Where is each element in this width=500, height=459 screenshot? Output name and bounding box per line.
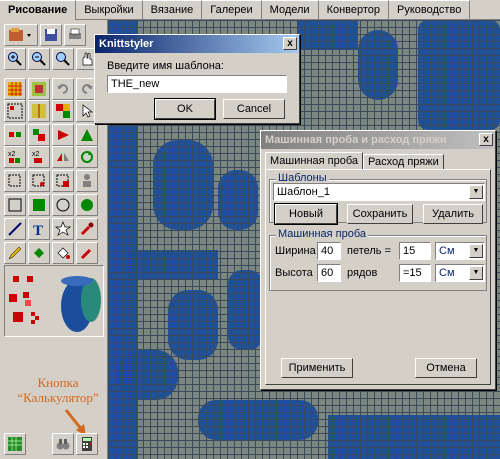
- height-unit-value: См: [439, 267, 455, 279]
- tab-konvertor[interactable]: Конвертор: [318, 0, 390, 20]
- width-label: Ширина: [275, 245, 316, 257]
- triangle-green-icon[interactable]: [76, 124, 98, 146]
- template-name-input[interactable]: THE_new: [107, 75, 287, 93]
- triangle-red-icon[interactable]: [52, 124, 74, 146]
- height-input[interactable]: 60: [317, 264, 341, 282]
- flip-icon[interactable]: [52, 146, 74, 168]
- ellipse-icon[interactable]: [52, 194, 74, 216]
- rows-label: рядов: [347, 267, 378, 279]
- binoculars-icon[interactable]: [52, 433, 74, 455]
- tool-palette: x2 x2 T Кнопка “Калькулятор”: [0, 20, 108, 459]
- template-name-prompt: Введите имя шаблона:: [107, 60, 224, 72]
- tab-modeli[interactable]: Модели: [261, 0, 319, 20]
- pen-icon[interactable]: [76, 242, 98, 264]
- template-select[interactable]: Шаблон_1 ▼: [273, 183, 485, 201]
- width-unit-select[interactable]: См ▼: [435, 242, 485, 260]
- copy-block-icon[interactable]: [28, 124, 50, 146]
- annotation-line-1: Кнопка: [37, 375, 79, 390]
- chevron-down-icon[interactable]: ▼: [469, 266, 483, 280]
- zoom-fit-icon[interactable]: [52, 48, 74, 70]
- calculator-icon[interactable]: [76, 433, 98, 455]
- rows-input[interactable]: =15: [399, 264, 431, 282]
- close-icon[interactable]: x: [283, 37, 297, 50]
- cancel-gauge-button[interactable]: Отмена: [415, 358, 477, 378]
- scale-x2-icon[interactable]: x2: [4, 146, 26, 168]
- svg-text:T: T: [33, 223, 43, 237]
- tab-vyazanie[interactable]: Вязание: [142, 0, 203, 20]
- grid-pattern-icon[interactable]: [4, 433, 26, 455]
- close-icon[interactable]: x: [479, 133, 493, 146]
- color-grid-icon[interactable]: [52, 100, 74, 122]
- open-menu-icon[interactable]: [4, 24, 38, 46]
- apply-button[interactable]: Применить: [281, 358, 353, 378]
- stitches-label: петель =: [347, 245, 392, 257]
- lasso-icon[interactable]: [4, 170, 26, 192]
- undo-icon[interactable]: [52, 78, 74, 100]
- template-name-dialog-titlebar: Knittstyler x: [95, 35, 299, 53]
- line-icon[interactable]: [4, 218, 26, 240]
- ok-button[interactable]: OK: [154, 98, 216, 120]
- width-input[interactable]: 40: [317, 242, 341, 260]
- rotate-icon[interactable]: [76, 146, 98, 168]
- gauge-dialog-titlebar: Машинная проба и расход пряжи x: [261, 131, 495, 149]
- filled-rectangle-icon[interactable]: [28, 194, 50, 216]
- machine-gauge-group-label: Машинная проба: [276, 228, 369, 240]
- height-unit-select[interactable]: См ▼: [435, 264, 485, 282]
- tab-risovanie[interactable]: Рисование: [0, 0, 77, 20]
- eyedropper-icon[interactable]: [76, 218, 98, 240]
- height-label: Высота: [275, 267, 313, 279]
- top-tab-bar: Рисование Выкройки Вязание Галереи Модел…: [0, 0, 500, 20]
- rectangle-icon[interactable]: [4, 194, 26, 216]
- shift-icon[interactable]: [4, 124, 26, 146]
- tab-galerei[interactable]: Галереи: [202, 0, 262, 20]
- annotation-line-2: “Калькулятор”: [17, 390, 99, 405]
- template-select-value: Шаблон_1: [277, 186, 330, 198]
- chevron-down-icon[interactable]: ▼: [469, 185, 483, 199]
- figure-icon[interactable]: [76, 170, 98, 192]
- tab-machine-gauge[interactable]: Машинная проба: [265, 152, 364, 170]
- color-palette[interactable]: [4, 265, 104, 337]
- gauge-dialog-title: Машинная проба и расход пряжи: [265, 134, 447, 146]
- width-unit-value: См: [439, 245, 455, 257]
- template-name-dialog: Knittstyler x Введите имя шаблона: THE_n…: [94, 34, 300, 124]
- print-icon[interactable]: [64, 24, 86, 46]
- tab-yarn-consumption[interactable]: Расход пряжи: [363, 154, 444, 170]
- filled-ellipse-icon[interactable]: [76, 194, 98, 216]
- zoom-out-icon[interactable]: [28, 48, 50, 70]
- new-template-button[interactable]: Новый: [274, 203, 338, 225]
- paste-icon[interactable]: [52, 170, 74, 192]
- svg-text:x2: x2: [8, 151, 16, 158]
- cut-icon[interactable]: [28, 170, 50, 192]
- select-grid-icon[interactable]: [4, 100, 26, 122]
- calculator-annotation: Кнопка “Калькулятор”: [10, 375, 106, 405]
- star-icon[interactable]: [52, 218, 74, 240]
- pattern-fill-icon[interactable]: [28, 78, 50, 100]
- mirror-icon[interactable]: [28, 100, 50, 122]
- chevron-down-icon[interactable]: ▼: [469, 244, 483, 258]
- tab-rukovodstvo[interactable]: Руководство: [389, 0, 471, 20]
- stitches-input[interactable]: 15: [399, 242, 431, 260]
- text-icon[interactable]: T: [28, 218, 50, 240]
- zoom-in-icon[interactable]: [4, 48, 26, 70]
- svg-text:x2: x2: [32, 151, 40, 158]
- grid-color-icon[interactable]: [4, 78, 26, 100]
- scale-half-icon[interactable]: x2: [28, 146, 50, 168]
- bucket-icon[interactable]: [52, 242, 74, 264]
- pencil-icon[interactable]: [4, 242, 26, 264]
- tab-vykroiki[interactable]: Выкройки: [76, 0, 143, 20]
- dialog-title: Knittstyler: [99, 38, 154, 50]
- gauge-yarn-dialog: Машинная проба и расход пряжи x Машинная…: [260, 130, 496, 390]
- cancel-button[interactable]: Cancel: [223, 99, 285, 119]
- fill-icon[interactable]: [28, 242, 50, 264]
- save-template-button[interactable]: Сохранить: [347, 204, 413, 224]
- save-icon[interactable]: [40, 24, 62, 46]
- delete-template-button[interactable]: Удалить: [423, 204, 483, 224]
